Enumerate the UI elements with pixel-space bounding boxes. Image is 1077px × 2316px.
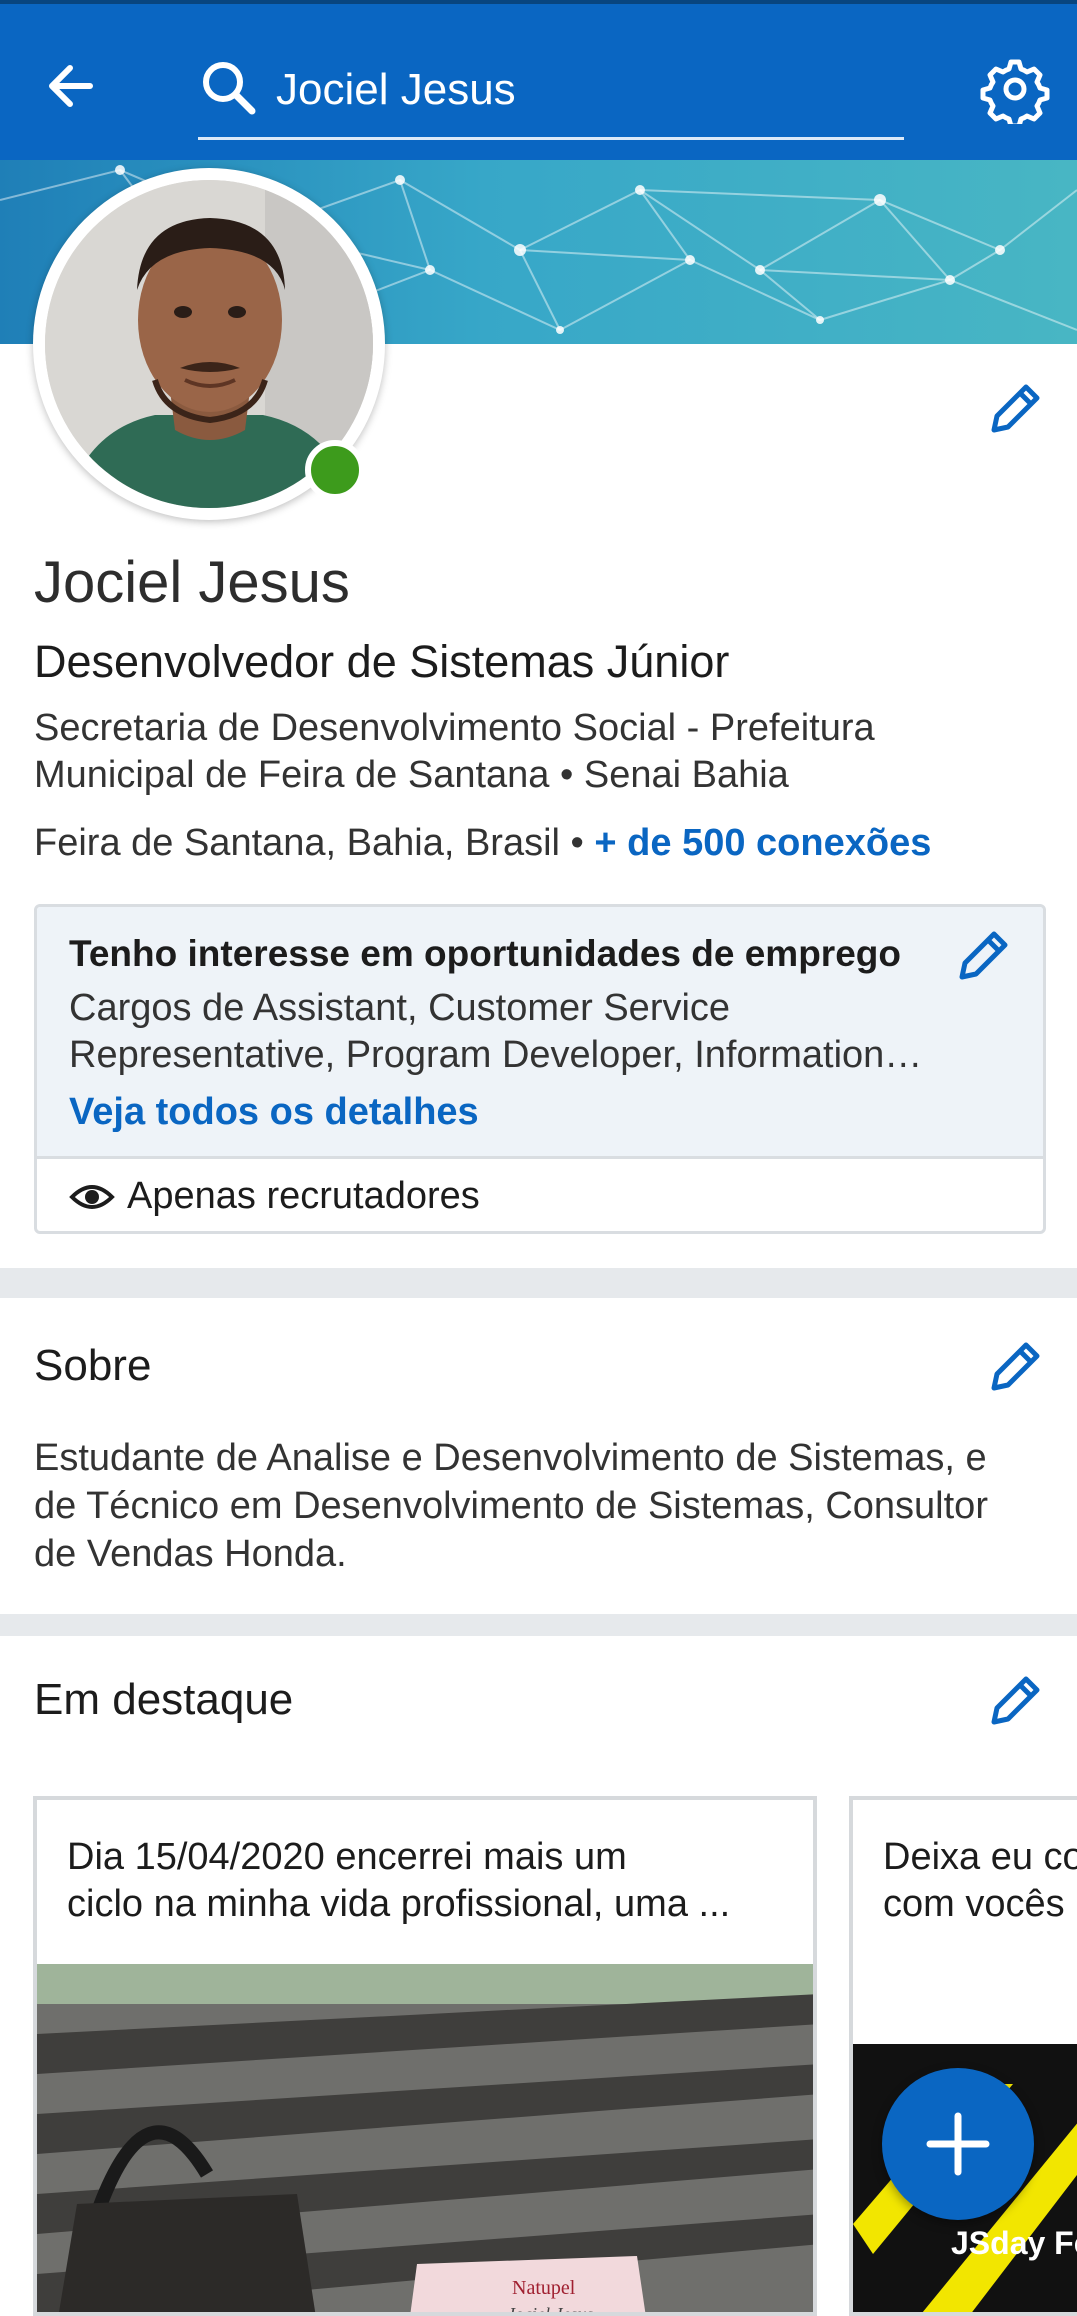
featured-card-text: Dia 15/04/2020 encerrei mais um ciclo na…	[67, 1834, 797, 1928]
search-field[interactable]: Jociel Jesus	[198, 40, 904, 140]
section-divider	[0, 1268, 1077, 1298]
gear-icon	[980, 59, 1050, 129]
featured-card-line-2: com vocês	[883, 1883, 1065, 1925]
about-line-1: Estudante de Analise e Desenvolvimento d…	[34, 1437, 987, 1479]
back-arrow-icon	[49, 65, 93, 107]
plus-icon	[926, 2112, 990, 2176]
profile-company: Secretaria de Desenvolvimento Social - P…	[34, 705, 1034, 799]
pencil-icon	[991, 384, 1040, 433]
search-input[interactable]: Jociel Jesus	[276, 60, 516, 120]
top-app-bar: Jociel Jesus	[0, 0, 1077, 160]
open-to-work-desc-line-2: Representative, Program Developer, Infor…	[69, 1034, 923, 1076]
featured-card-line-1: Deixa eu co	[883, 1836, 1077, 1878]
edit-intro-button[interactable]	[984, 378, 1046, 440]
featured-card-line-2: ciclo na minha vida profissional, uma ..…	[67, 1883, 731, 1925]
open-to-work-details: Tenho interesse em oportunidades de empr…	[37, 907, 1043, 1159]
connections-link[interactable]: + de 500 conexões	[594, 822, 931, 864]
company-line-2: Municipal de Feira de Santana • Senai Ba…	[34, 754, 789, 796]
back-button[interactable]	[40, 54, 112, 118]
pencil-icon	[991, 1676, 1040, 1725]
settings-button[interactable]	[980, 54, 1050, 129]
search-icon	[203, 62, 256, 115]
photo-badge-brand: Natupel	[512, 2277, 576, 2299]
profile-location: Feira de Santana, Bahia, Brasil	[34, 822, 560, 864]
open-to-work-desc-line-1: Cargos de Assistant, Customer Service	[69, 987, 731, 1029]
featured-card-line-1: Dia 15/04/2020 encerrei mais um	[67, 1836, 627, 1878]
eye-icon	[69, 1185, 115, 1209]
open-to-work-description: Cargos de Assistant, Customer Service Re…	[69, 985, 969, 1079]
section-divider	[0, 1614, 1077, 1636]
about-line-3: de Vendas Honda.	[34, 1533, 347, 1575]
company-line-1: Secretaria de Desenvolvimento Social - P…	[34, 707, 875, 749]
featured-card[interactable]: Deixa eu co com vocês JSday Fe	[849, 1796, 1077, 2316]
edit-featured-button[interactable]	[984, 1670, 1046, 1732]
add-button[interactable]	[882, 2068, 1034, 2220]
open-to-work-title: Tenho interesse em oportunidades de empr…	[69, 933, 901, 974]
about-title: Sobre	[34, 1341, 152, 1390]
featured-card[interactable]: Dia 15/04/2020 encerrei mais um ciclo na…	[33, 1796, 817, 2316]
see-all-details-link[interactable]: Veja todos os detalhes	[69, 1087, 479, 1137]
profile-name: Jociel Jesus	[34, 550, 350, 615]
visibility-label: Apenas recrutadores	[127, 1175, 480, 1217]
pencil-icon	[959, 931, 1008, 980]
edit-about-button[interactable]	[984, 1336, 1046, 1398]
jsday-label: JSday Fe	[951, 2225, 1077, 2261]
online-status-indicator	[305, 440, 365, 500]
pencil-icon	[991, 1342, 1040, 1391]
separator-dot: •	[570, 822, 584, 864]
edit-open-to-work-button[interactable]	[952, 925, 1014, 987]
profile-headline: Desenvolvedor de Sistemas Júnior	[34, 636, 730, 687]
open-to-work-card: Tenho interesse em oportunidades de empr…	[34, 904, 1046, 1234]
about-text: Estudante de Analise e Desenvolvimento d…	[34, 1434, 1054, 1578]
featured-title: Em destaque	[34, 1675, 294, 1724]
featured-card-image: Natupel Jociel Jesus	[37, 1964, 813, 2316]
about-line-2: de Técnico em Desenvolvimento de Sistema…	[34, 1485, 988, 1527]
location-row: Feira de Santana, Bahia, Brasil • + de 5…	[34, 816, 931, 870]
photo-badge-name: Jociel Jesus	[507, 2304, 593, 2316]
featured-card-text: Deixa eu co com vocês	[883, 1834, 1077, 1928]
